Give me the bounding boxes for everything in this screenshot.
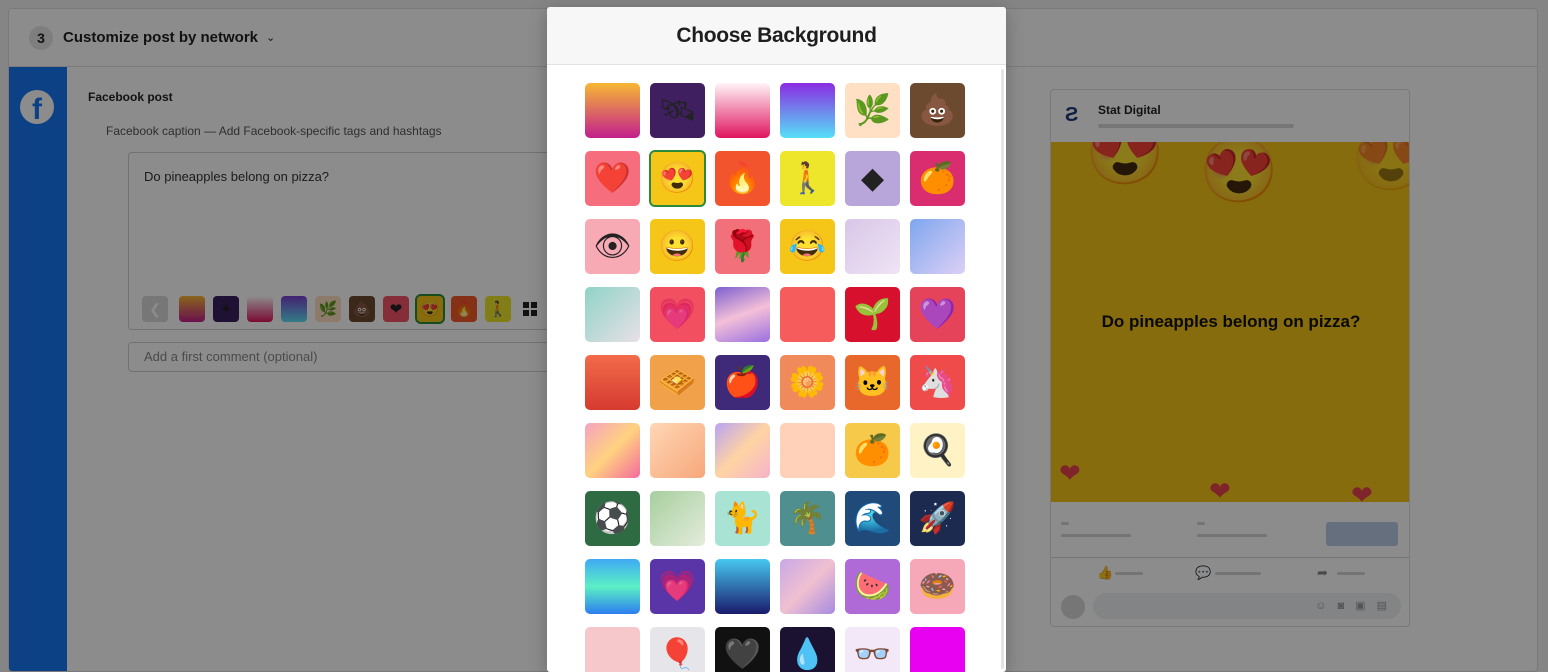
bg-fire-tile[interactable]: 🔥	[715, 151, 770, 206]
bg-red-branch-icon: 🌱	[853, 297, 892, 331]
bg-purple-blue-gradient-tile[interactable]	[780, 83, 835, 138]
bg-magenta-tile[interactable]	[910, 627, 965, 672]
bg-pink-heart-icon: 💗	[658, 297, 697, 331]
bg-pink-heart-purple-icon: 💜	[918, 297, 957, 331]
bg-rose-icon: 🌹	[723, 229, 762, 263]
bg-unicorn-tile[interactable]: 🦄	[910, 355, 965, 410]
bg-black-heart-tile[interactable]: 🖤	[715, 627, 770, 672]
bg-space-icon: 🛰	[658, 93, 697, 127]
bg-fire-icon: 🔥	[723, 161, 762, 195]
bg-balloons-tile[interactable]: 🎈	[650, 627, 705, 672]
bg-mint-cat-icon: 🐈	[723, 501, 762, 535]
bg-yellow-flower-icon: 🌼	[788, 365, 827, 399]
bg-red-branch-tile[interactable]: 🌱	[845, 287, 900, 342]
bg-pink-heart-tile[interactable]: 💗	[650, 287, 705, 342]
bg-soccer-ball-tile[interactable]: ⚽	[585, 491, 640, 546]
bg-holo-gradient-tile[interactable]	[585, 423, 640, 478]
bg-apple-tile[interactable]: 🍎	[715, 355, 770, 410]
bg-lilac-gradient-tile[interactable]	[845, 219, 900, 274]
bg-eye-tile[interactable]: 👁	[585, 219, 640, 274]
bg-poop-tile[interactable]: 💩	[910, 83, 965, 138]
bg-yellow-flower-tile[interactable]: 🌼	[780, 355, 835, 410]
bg-orange-fruit-tile[interactable]: 🍊	[910, 151, 965, 206]
bg-watermelon-icon: 🍉	[853, 569, 892, 603]
bg-mint-cat-tile[interactable]: 🐈	[715, 491, 770, 546]
bg-glasses-tile[interactable]: 👓	[845, 627, 900, 672]
bg-walking-figure-tile[interactable]: 🚶	[780, 151, 835, 206]
bg-purple-heart-icon: 💗	[658, 569, 697, 603]
bg-orange-fruit-icon: 🍊	[918, 161, 957, 195]
bg-heart-tile[interactable]: ❤️	[585, 151, 640, 206]
bg-walking-figure-icon: 🚶	[788, 161, 827, 195]
bg-cream-egg-icon: 🍳	[918, 433, 957, 467]
bg-red-ball-tile[interactable]	[585, 355, 640, 410]
bg-dark-purple-icon: 💧	[788, 637, 827, 671]
bg-orange-slice-icon: 🍊	[853, 433, 892, 467]
bg-watermelon-tile[interactable]: 🍉	[845, 559, 900, 614]
bg-cat-tile[interactable]: 🐱	[845, 355, 900, 410]
bg-sunset-gradient-tile[interactable]	[585, 83, 640, 138]
bg-heart-icon: ❤️	[593, 161, 632, 195]
bg-poop-icon: 💩	[918, 93, 957, 127]
bg-palm-leaf-tile[interactable]: 🌿	[845, 83, 900, 138]
bg-donut-tile[interactable]: 🍩	[910, 559, 965, 614]
bg-mint-gradient-tile[interactable]	[585, 287, 640, 342]
bg-waffle-tile[interactable]: 🧇	[650, 355, 705, 410]
bg-cyan-navy-gradient-tile[interactable]	[715, 559, 770, 614]
bg-teal-plant-icon: 🌴	[788, 501, 827, 535]
bg-rose-tile[interactable]: 🌹	[715, 219, 770, 274]
bg-aqua-gradient-tile[interactable]	[585, 559, 640, 614]
bg-rocket-tile[interactable]: 🚀	[910, 491, 965, 546]
bg-teal-plant-tile[interactable]: 🌴	[780, 491, 835, 546]
bg-lavender-cube-icon: ◆	[860, 161, 885, 195]
bg-donut-icon: 🍩	[918, 569, 957, 603]
bg-cat-icon: 🐱	[853, 365, 892, 399]
bg-eye-icon: 👁	[593, 229, 632, 263]
bg-pale-pink-tile[interactable]	[585, 627, 640, 672]
bg-palm-leaf-icon: 🌿	[853, 93, 892, 127]
bg-peach-stairs-tile[interactable]	[650, 423, 705, 478]
bg-navy-waves-icon: 🌊	[853, 501, 892, 535]
bg-laughing-icon: 😂	[788, 229, 827, 263]
bg-dark-purple-tile[interactable]: 💧	[780, 627, 835, 672]
bg-cream-egg-tile[interactable]: 🍳	[910, 423, 965, 478]
bg-heart-eyes-tile[interactable]: 😍	[649, 150, 706, 207]
bg-black-heart-icon: 🖤	[723, 637, 762, 671]
bg-soccer-ball-icon: ⚽	[593, 501, 632, 535]
bg-unicorn-icon: 🦄	[918, 365, 957, 399]
modal-header: Choose Background	[547, 7, 1006, 65]
bg-glasses-icon: 👓	[853, 637, 892, 671]
bg-blue-gradient-tile[interactable]	[910, 219, 965, 274]
bg-swirl-tile[interactable]	[715, 287, 770, 342]
bg-coral-tile[interactable]	[780, 287, 835, 342]
bg-peach-room-tile[interactable]	[780, 423, 835, 478]
choose-background-modal: Choose Background 🛰 🌿 💩 ❤️ 😍 🔥 🚶 ◆ 🍊 👁 😀 🌹 😂 💗 🌱 💜 🧇 🍎 🌼 🐱 🦄…	[547, 7, 1006, 672]
bg-purple-heart-tile[interactable]: 💗	[650, 559, 705, 614]
bg-pastel-swirl-tile[interactable]	[715, 423, 770, 478]
bg-orange-slice-tile[interactable]: 🍊	[845, 423, 900, 478]
bg-ribbon-tile[interactable]	[780, 559, 835, 614]
bg-rocket-icon: 🚀	[918, 501, 957, 535]
bg-laughing-tile[interactable]: 😂	[780, 219, 835, 274]
bg-sage-gradient-tile[interactable]	[650, 491, 705, 546]
bg-waffle-icon: 🧇	[658, 365, 697, 399]
bg-space-tile[interactable]: 🛰	[650, 83, 705, 138]
background-grid: 🛰 🌿 💩 ❤️ 😍 🔥 🚶 ◆ 🍊 👁 😀 🌹 😂 💗 🌱 💜 🧇 🍎 🌼 🐱 🦄 🍊 🍳 ⚽ 🐈 🌴 🌊 🚀 💗 🍉 🍩 🎈 🖤 💧 👓	[585, 83, 965, 672]
bg-navy-waves-tile[interactable]: 🌊	[845, 491, 900, 546]
bg-grinning-tile[interactable]: 😀	[650, 219, 705, 274]
bg-heart-eyes-icon: 😍	[658, 161, 697, 195]
bg-grinning-icon: 😀	[658, 229, 697, 263]
bg-apple-icon: 🍎	[723, 365, 762, 399]
bg-lavender-cube-tile[interactable]: ◆	[845, 151, 900, 206]
modal-title: Choose Background	[676, 23, 877, 47]
bg-balloons-icon: 🎈	[658, 637, 697, 671]
bg-pink-gradient-tile[interactable]	[715, 83, 770, 138]
bg-pink-heart-purple-tile[interactable]: 💜	[910, 287, 965, 342]
scrollbar[interactable]	[1001, 69, 1004, 669]
